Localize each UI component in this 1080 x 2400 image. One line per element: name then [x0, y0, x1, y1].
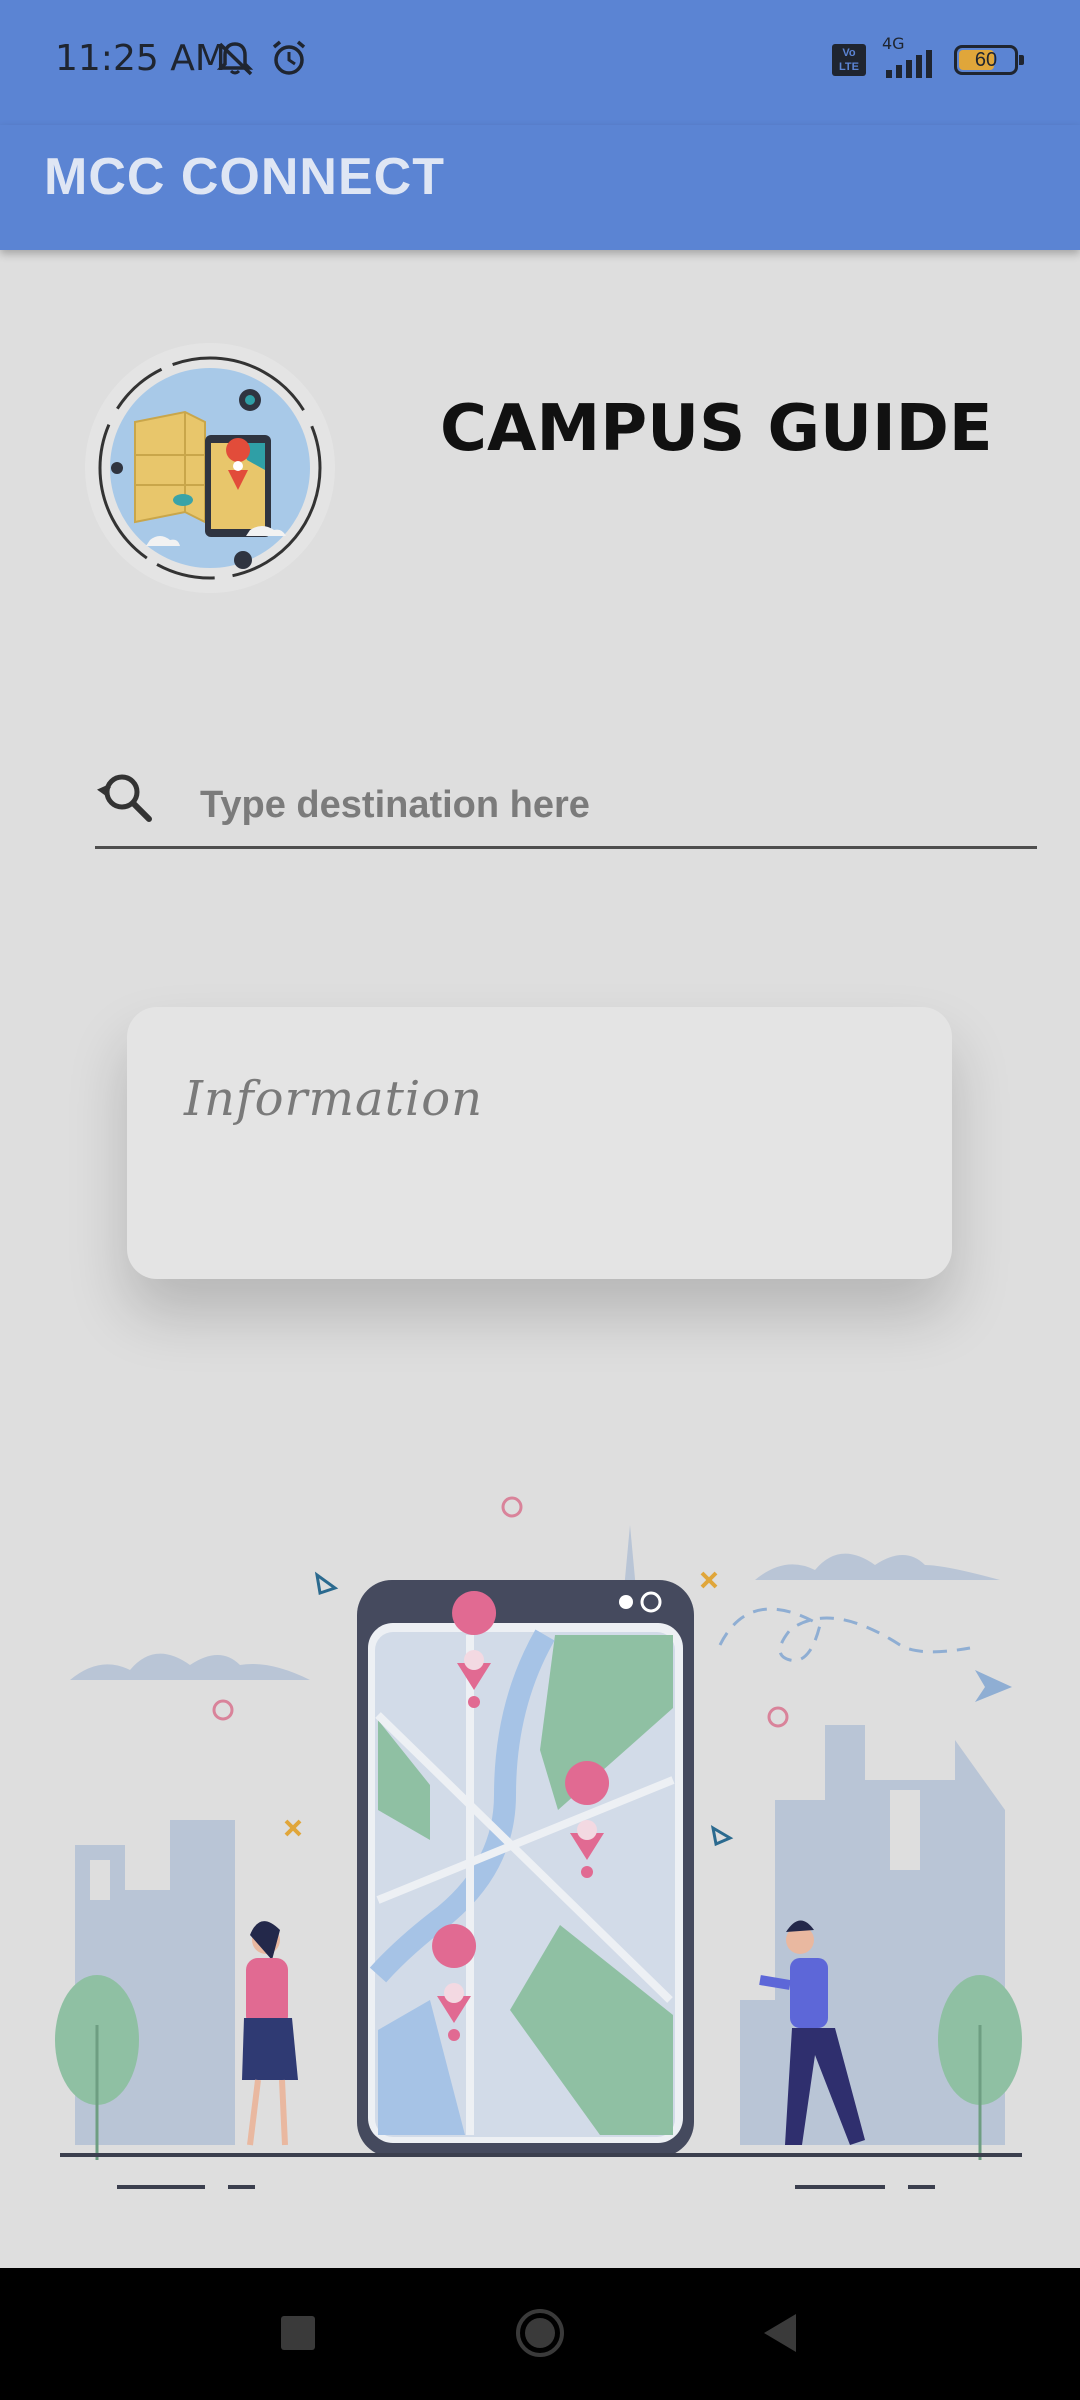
- page-title: CAMPUS GUIDE: [440, 392, 993, 466]
- volte-icon: Vo LTE: [832, 44, 866, 76]
- alarm-icon: [272, 40, 306, 75]
- app-title: MCC CONNECT: [44, 148, 445, 206]
- information-label: Information: [184, 1071, 484, 1127]
- battery-level: 60: [974, 49, 998, 71]
- campus-map-logo: [85, 343, 335, 593]
- status-right-icons: Vo LTE 4G 60: [832, 34, 1024, 80]
- status-bar: 11:25 AM Vo LTE 4G 60: [0, 0, 1080, 125]
- information-card[interactable]: Information: [127, 1007, 952, 1279]
- battery-icon: 60: [954, 45, 1024, 75]
- system-nav-bar: [0, 2268, 1080, 2400]
- city-map-illustration: [55, 1496, 1022, 2189]
- back-button[interactable]: [760, 2298, 800, 2368]
- app-bar: MCC CONNECT: [0, 125, 1080, 250]
- home-button[interactable]: [514, 2298, 566, 2368]
- search-icon[interactable]: [97, 768, 157, 828]
- signal-icon: 4G: [878, 34, 942, 80]
- destination-search[interactable]: [95, 768, 1037, 849]
- bell-off-icon: [216, 42, 254, 76]
- destination-input[interactable]: [200, 778, 1020, 832]
- status-time: 11:25 AM: [55, 38, 226, 79]
- recents-button[interactable]: [278, 2298, 318, 2368]
- status-left-icons: [215, 38, 309, 78]
